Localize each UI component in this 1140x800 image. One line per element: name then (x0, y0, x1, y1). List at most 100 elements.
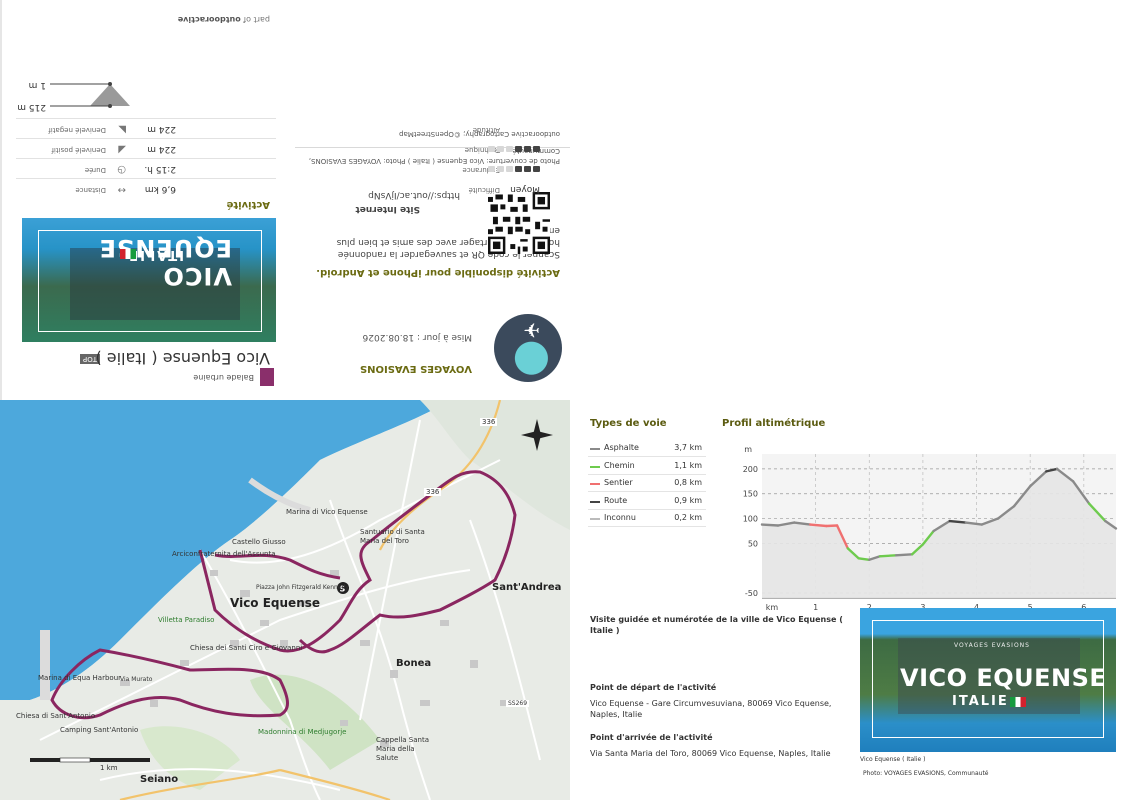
descent-icon: ◣ (118, 124, 126, 135)
stat-label: Denivelé positif (51, 146, 106, 154)
cover-title: VICO EQUENSE (98, 234, 232, 290)
map-label-chiesa-giovanni: Chiesa dei Santi Ciro e Giovanni (190, 644, 303, 652)
stat-label: Altitude (472, 126, 500, 134)
map-label-sant-andrea: Sant'Andrea (492, 582, 562, 593)
map-label-piazza: Piazza John Fitzgerald Kennedy (256, 584, 349, 591)
part-of-prefix: part of (240, 15, 270, 24)
map-label-bonea: Bonea (396, 658, 432, 669)
stat-endurance: Endurance (420, 158, 550, 178)
start-point-title: Point de départ de l'activité (590, 683, 717, 692)
stat-technique: Technique (420, 138, 550, 158)
update-date: Mise à jour : 18.08.2026 (362, 332, 472, 342)
path-type-row: Inconnu 0,2 km (588, 510, 706, 527)
map-label-street: Via Murato (120, 676, 153, 683)
profile-title: Profil altimétrique (722, 418, 826, 429)
elevation-profile-chart: -5050100150200m123456km (743, 445, 1118, 612)
divider (0, 0, 2, 400)
cover-brand: VOYAGES EVASIONS (954, 642, 1030, 649)
clock-icon: ◷ (117, 164, 126, 175)
altitude-graphic: 215 m 1 m (10, 74, 150, 114)
y-tick-label: 50 (748, 539, 758, 548)
harbour-pier (40, 630, 50, 700)
path-type-row: Sentier 0,8 km (588, 475, 706, 492)
road-number: SS269 (506, 700, 530, 707)
stat-label: Denivelé negatif (48, 126, 106, 134)
path-type-swatch (590, 465, 600, 468)
road-number: 336 (424, 488, 442, 496)
elevation-segment (894, 553, 914, 557)
path-type-swatch (590, 500, 600, 503)
technique-meter (488, 146, 540, 152)
end-point-title: Point d'arrivée de l'activité (590, 733, 713, 742)
path-type-name: Chemin (604, 460, 635, 470)
brand-logo: ✈ (494, 314, 562, 382)
map-label-villetta: Villetta Paradiso (158, 616, 215, 624)
elevation-segment (948, 519, 968, 524)
italy-flag-icon (1010, 697, 1026, 707)
activity-heading: Activité (226, 199, 270, 210)
altitude-min: 1 m (28, 80, 46, 90)
path-type-distance: 0,2 km (674, 513, 702, 522)
elevation-segment (809, 523, 828, 528)
path-type-distance: 0,9 km (674, 495, 702, 505)
brand-name: VOYAGES EVASIONS (359, 363, 472, 374)
stat-ascent: Denivelé positif ◢ 224 m (16, 138, 276, 158)
y-tick-label: 100 (743, 515, 758, 524)
tour-title: Vico Equense ( Italie ) (95, 349, 270, 368)
map-label-santuario: Santuario di Santa Maria del Toro (360, 528, 425, 545)
part-of-credit: part of outdooractive (178, 15, 270, 24)
stat-difficulty: Difficulté Moyen (420, 178, 550, 198)
elevation-segment (760, 523, 780, 527)
map-label-castello: Castello Giusso (232, 538, 286, 546)
map-label-marina-vico: Marina di Vico Equense (286, 508, 368, 516)
path-type-row: Chemin 1,1 km (588, 458, 706, 475)
path-type-row: Route 0,9 km (588, 493, 706, 510)
start-point-address: Vico Equense - Gare Circumvesuviana, 800… (590, 699, 832, 719)
map-label-marina-equa: Marina di Equa Harbour (38, 674, 122, 682)
map-label-madonnina: Madonnina di Medjugorje (258, 728, 347, 736)
x-tick-label: 1 (813, 603, 818, 612)
cover-photo-small: VICO EQUENSE ITALIE (22, 218, 276, 342)
stat-label: Distance (75, 186, 106, 194)
tour-description: Visite guidée et numérotée de la ville d… (590, 615, 843, 635)
cover-caption: Vico Equense ( Italie ) (860, 756, 926, 763)
scale-label: 1 km (100, 764, 118, 772)
map-label-arciconfraternita: Arciconfraternita dell'Assunta (172, 550, 276, 558)
path-type-distance: 0,8 km (674, 478, 702, 487)
end-point-address: Via Santa Maria del Toro, 80069 Vico Equ… (590, 749, 831, 758)
ascent-icon: ◢ (118, 144, 126, 155)
stat-value: Moyen (510, 184, 540, 194)
scale-bar (30, 757, 150, 763)
stat-distance: Distance ↔ 6,6 km (16, 178, 276, 198)
path-type-name: Route (604, 495, 628, 505)
stat-label: Durée (84, 166, 106, 174)
stat-value: 6,6 km (144, 184, 176, 194)
distance-icon: ↔ (117, 184, 126, 195)
map-label-vico: Vico Equense (230, 596, 321, 610)
stat-duration: Durée ◷ 2:15 h. (16, 158, 276, 178)
stat-altitude: Altitude (420, 118, 550, 138)
cover-subtitle: ITALIE (952, 694, 1009, 709)
map-label-seiano: Seiano (140, 774, 179, 785)
road-number: 336 (480, 418, 498, 426)
path-type-distance: 3,7 km (674, 443, 702, 452)
cover-title: VICO EQUENSE (900, 664, 1107, 692)
path-type-swatch (590, 518, 600, 520)
airplane-icon: ✈ (523, 318, 540, 342)
info-panel: Types de voie Asphalte 3,7 km Chemin 1,1 km… (570, 400, 1140, 800)
app-availability-title: Activité disponible pour iPhone et Andro… (316, 267, 560, 278)
y-axis-label: m (744, 445, 752, 454)
altitude-max: 215 m (17, 102, 46, 112)
elevation-segment (878, 554, 898, 558)
route-map[interactable]: S Vico Equense Bonea Sant'Andrea Seiano … (0, 400, 570, 800)
map-label-cappella: Cappella Santa Maria della Salute (376, 736, 429, 762)
path-type-name: Inconnu (604, 513, 636, 522)
stat-value: 224 m (147, 124, 176, 134)
cover-photo: VOYAGES EVASIONS VICO EQUENSE ITALIE (860, 608, 1116, 752)
map-label-chiesa-sant-antonio: Chiesa di Sant'Antonio (16, 712, 96, 720)
path-type-distance: 1,1 km (674, 460, 702, 470)
italy-flag-icon (120, 249, 136, 259)
stat-value: 224 m (147, 144, 176, 154)
qr-code[interactable] (488, 192, 550, 254)
path-types-title: Types de voie (590, 418, 667, 429)
